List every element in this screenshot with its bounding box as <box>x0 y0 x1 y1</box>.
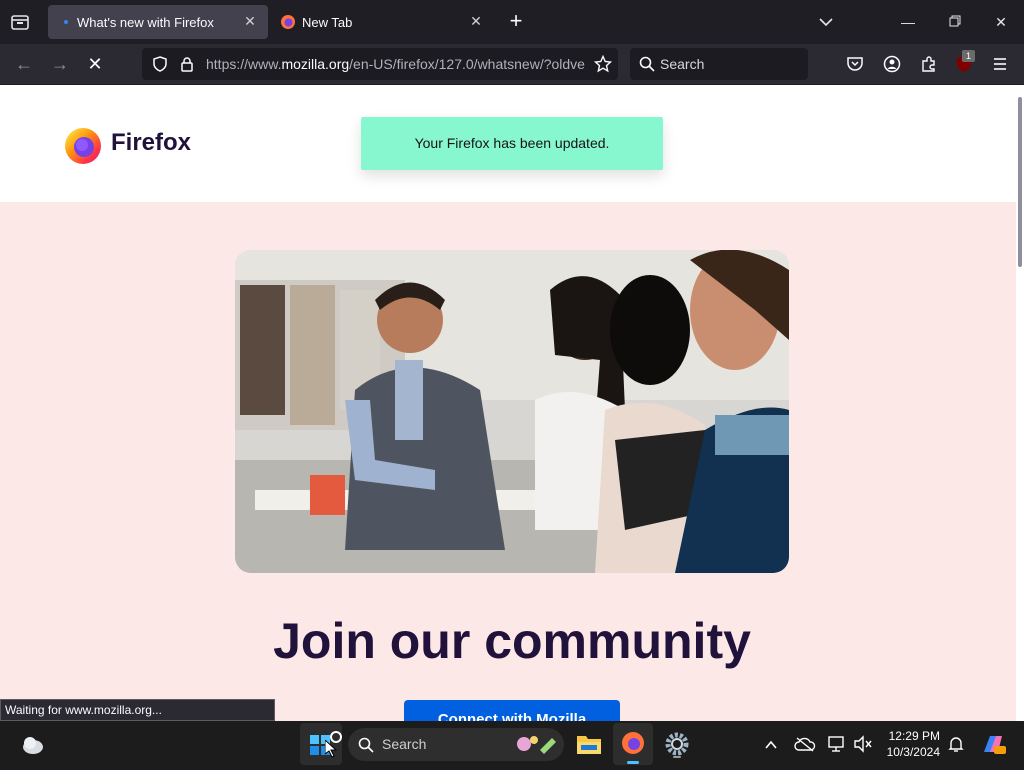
url-path: /en-US/firefox/127.0/whatsnew/?oldve <box>349 56 585 72</box>
extension-badge: 1 <box>962 50 975 62</box>
ublock-origin-icon[interactable]: 1 <box>955 50 975 73</box>
lock-icon[interactable] <box>180 56 194 72</box>
firefox-logo-icon[interactable] <box>63 125 105 165</box>
url-text[interactable]: https://www.mozilla.org/en-US/firefox/12… <box>206 56 586 72</box>
tab-title: New Tab <box>302 14 353 30</box>
community-photo <box>235 250 789 573</box>
network-icon[interactable] <box>827 735 847 753</box>
mouse-cursor-icon <box>324 738 338 758</box>
windows-taskbar: Search 12:29 PM 10/3/2024 <box>0 721 1024 768</box>
close-tab-icon[interactable]: ✕ <box>242 13 258 29</box>
search-highlight-icon <box>512 732 560 757</box>
clock[interactable]: 12:29 PM 10/3/2024 <box>878 728 940 760</box>
clock-time: 12:29 PM <box>888 729 940 743</box>
page-content: Firefox Your Firefox has been updated. J… <box>0 85 1016 721</box>
volume-muted-icon[interactable] <box>853 735 873 753</box>
pocket-icon[interactable] <box>846 55 864 73</box>
navigation-toolbar: ← → ✕ https://www.mozilla.org/en-US/fire… <box>0 44 1024 84</box>
firefox-logo-wordmark[interactable]: Firefox <box>111 129 191 157</box>
search-bar[interactable]: Search <box>630 48 808 80</box>
firefox-favicon-icon <box>280 14 296 30</box>
tracking-protection-shield-icon[interactable] <box>152 56 168 72</box>
new-tab-icon[interactable]: + <box>504 9 528 33</box>
taskbar-search-box[interactable]: Search <box>348 728 564 761</box>
menu-hamburger-icon[interactable] <box>991 55 1009 73</box>
connect-with-mozilla-button[interactable]: Connect with Mozilla <box>404 700 620 721</box>
url-domain: mozilla.org <box>281 56 350 72</box>
firefox-taskbar-icon[interactable] <box>613 723 653 765</box>
search-icon <box>358 737 374 753</box>
close-tab-icon[interactable]: ✕ <box>468 13 484 29</box>
back-icon[interactable]: ← <box>9 50 39 78</box>
tab-whats-new[interactable]: What's new with Firefox ✕ <box>48 5 268 39</box>
update-notification: Your Firefox has been updated. <box>361 117 663 170</box>
forward-icon[interactable]: → <box>45 50 75 78</box>
taskbar-search-label: Search <box>382 736 427 752</box>
onedrive-icon[interactable] <box>794 736 816 752</box>
copilot-icon[interactable] <box>980 732 1006 756</box>
stop-loading-icon[interactable]: ✕ <box>80 50 110 78</box>
close-window-icon[interactable]: ✕ <box>987 8 1015 36</box>
notifications-bell-icon[interactable] <box>947 735 965 753</box>
status-panel: Waiting for www.mozilla.org... <box>0 699 275 721</box>
tab-new-tab[interactable]: New Tab ✕ <box>272 5 494 39</box>
tab-title: What's new with Firefox <box>77 14 214 30</box>
search-placeholder: Search <box>660 56 705 72</box>
url-bar[interactable]: https://www.mozilla.org/en-US/firefox/12… <box>142 48 618 80</box>
weather-widget-icon[interactable] <box>20 733 46 757</box>
show-hidden-icons-chevron-icon[interactable] <box>764 738 778 750</box>
restore-icon[interactable] <box>941 8 969 36</box>
bookmark-star-icon[interactable] <box>593 54 613 73</box>
minimize-icon[interactable]: — <box>894 8 922 36</box>
join-community-heading: Join our community <box>273 613 751 669</box>
page-header: Firefox Your Firefox has been updated. <box>0 85 1016 202</box>
scrollbar-thumb[interactable] <box>1018 97 1022 267</box>
search-icon <box>639 56 655 72</box>
tab-strip: What's new with Firefox ✕ New Tab ✕ + — … <box>0 0 1024 44</box>
list-all-tabs-icon[interactable] <box>8 10 32 34</box>
clock-date: 10/3/2024 <box>886 745 940 759</box>
loading-indicator-icon <box>64 20 68 24</box>
hero-section: Join our community Connect with Mozilla <box>0 202 1016 721</box>
extensions-icon[interactable] <box>920 55 938 73</box>
tab-list-chevron-icon[interactable] <box>812 8 840 36</box>
file-explorer-icon[interactable] <box>575 731 603 757</box>
settings-taskbar-icon[interactable] <box>664 731 690 759</box>
url-prefix: https://www. <box>206 56 282 72</box>
account-icon[interactable] <box>883 55 901 73</box>
page-scrollbar[interactable] <box>1016 85 1024 721</box>
